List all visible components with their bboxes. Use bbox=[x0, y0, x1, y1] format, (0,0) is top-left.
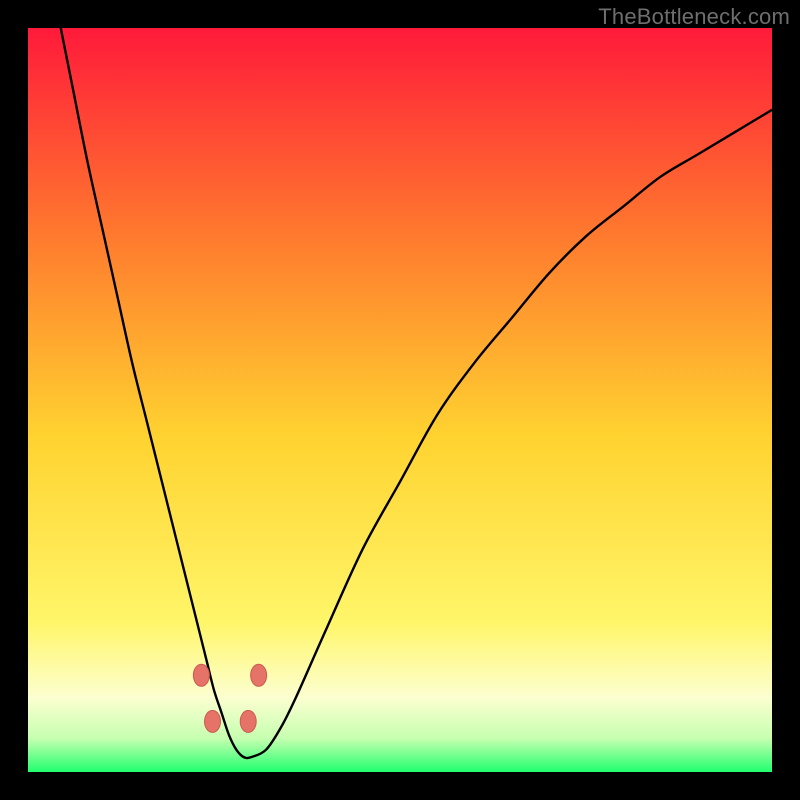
gradient-background bbox=[28, 28, 772, 772]
watermark-text: TheBottleneck.com bbox=[598, 4, 790, 30]
curve-marker-3 bbox=[251, 664, 267, 686]
bottleneck-chart bbox=[28, 28, 772, 772]
curve-marker-1 bbox=[205, 710, 221, 732]
plot-frame bbox=[28, 28, 772, 772]
curve-marker-2 bbox=[240, 710, 256, 732]
curve-marker-0 bbox=[193, 664, 209, 686]
